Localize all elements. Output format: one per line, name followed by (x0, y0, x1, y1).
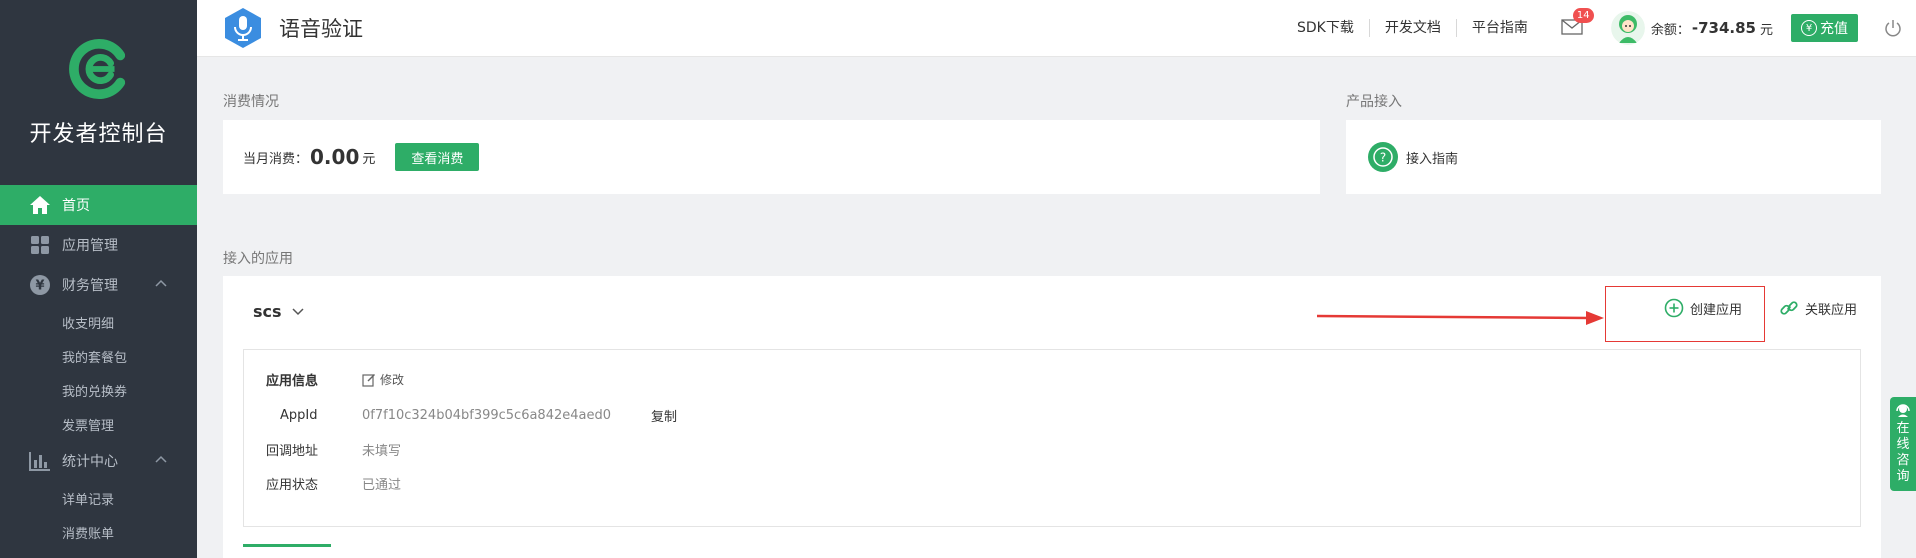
view-consumption-button[interactable]: 查看消费 (395, 143, 480, 171)
header-actions: SDK下载 开发文档 平台指南 14 余额： -734.85 元 ¥ 充值 (1282, 0, 1916, 57)
consult-char: 线 (1896, 437, 1910, 452)
sdk-download-link[interactable]: SDK下载 (1282, 19, 1370, 37)
consumption-section-title: 消费情况 (223, 94, 279, 110)
sidebar-item-label: 统计中心 (62, 454, 118, 470)
sidebar-item-label: 首页 (62, 198, 90, 214)
online-consult-button[interactable]: 在 线 咨 询 (1890, 397, 1916, 491)
callback-row: 回调地址 未填写 (266, 440, 401, 459)
product-access-section-title: 产品接入 (1346, 94, 1402, 110)
sidebar-item-home[interactable]: 首页 (0, 185, 197, 225)
sidebar: 开发者控制台 首页 应用管理 ¥ 财务管理 收支明细 我的套餐包 我的兑换券 发… (0, 0, 197, 558)
apps-card: scs 创建应用 关联应用 应用信息 修改 AppId 0f7f10c324b0… (223, 276, 1881, 558)
avatar[interactable] (1610, 11, 1645, 45)
chevron-down-icon (292, 307, 304, 315)
sidebar-item-transactions[interactable]: 收支明细 (0, 305, 197, 339)
callback-value: 未填写 (362, 444, 402, 459)
headset-icon (1896, 404, 1910, 417)
unread-count-badge: 14 (1572, 8, 1594, 23)
sidebar-item-app-management[interactable]: 应用管理 (0, 225, 197, 265)
balance-value: -734.85 (1691, 19, 1756, 37)
sidebar-item-label: 应用管理 (62, 238, 118, 254)
platform-guide-link[interactable]: 平台指南 (1457, 19, 1543, 37)
microphone-shield-icon (225, 8, 261, 48)
appid-value: 0f7f10c324b04bf399c5c6a842e4aed0 (362, 408, 612, 423)
sidebar-item-my-packages[interactable]: 我的套餐包 (0, 339, 197, 373)
question-circle-icon: ? (1368, 142, 1398, 172)
chevron-up-icon (155, 279, 167, 287)
consult-char: 咨 (1896, 453, 1910, 468)
recharge-label: 充值 (1820, 21, 1848, 37)
edit-label: 修改 (380, 373, 405, 387)
balance-label: 余额： (1650, 22, 1690, 38)
sidebar-item-label: 财务管理 (62, 278, 118, 294)
appid-row: AppId 0f7f10c324b04bf399c5c6a842e4aed0 复… (266, 406, 677, 425)
dev-docs-link[interactable]: 开发文档 (1370, 19, 1457, 37)
chevron-up-icon (155, 455, 167, 463)
status-value: 已通过 (362, 478, 402, 493)
link-app-button[interactable]: 关联应用 (1779, 298, 1857, 318)
bar-chart-icon (28, 449, 52, 473)
sidebar-item-invoices[interactable]: 发票管理 (0, 407, 197, 441)
yen-circle-icon: ¥ (1801, 20, 1817, 36)
status-row: 应用状态 已通过 (266, 474, 401, 493)
yen-icon: ¥ (28, 273, 52, 297)
monthly-consumption-label: 当月消费： (243, 151, 309, 167)
consult-char: 询 (1896, 469, 1910, 484)
console-title: 开发者控制台 (29, 121, 168, 147)
top-header: 语音验证 SDK下载 开发文档 平台指南 14 余额： -734.85 元 ¥ … (197, 0, 1916, 57)
guide-symbol: ? (1380, 151, 1386, 165)
monthly-consumption-value: 0.00 (310, 145, 360, 169)
link-app-label: 关联应用 (1805, 302, 1858, 318)
product-title: 语音验证 (279, 17, 363, 41)
active-tab-indicator (243, 544, 331, 547)
info-header-row: 应用信息 修改 (266, 370, 404, 389)
recharge-button[interactable]: ¥ 充值 (1791, 14, 1858, 42)
apps-section-title: 接入的应用 (223, 251, 293, 267)
edit-icon (362, 373, 375, 387)
brand-logo-icon (68, 38, 125, 99)
grid-icon (28, 233, 52, 257)
messages-button[interactable]: 14 (1561, 8, 1594, 38)
create-app-button[interactable]: 创建应用 (1664, 298, 1742, 318)
access-guide-link[interactable]: ? 接入指南 (1368, 142, 1458, 172)
monthly-consumption-unit: 元 (362, 151, 376, 167)
product-access-card: ? 接入指南 (1346, 120, 1881, 194)
app-selector-label: scs (253, 302, 282, 321)
consult-char: 在 (1896, 421, 1910, 436)
app-info-panel: 应用信息 修改 AppId 0f7f10c324b04bf399c5c6a842… (243, 349, 1861, 527)
svg-text:¥: ¥ (35, 279, 44, 294)
home-icon (28, 193, 52, 217)
copy-appid-button[interactable]: 复制 (651, 406, 677, 425)
callback-label: 回调地址 (266, 444, 319, 459)
sidebar-item-my-vouchers[interactable]: 我的兑换券 (0, 373, 197, 407)
create-app-label: 创建应用 (1690, 302, 1743, 318)
sidebar-item-finance[interactable]: ¥ 财务管理 (0, 265, 197, 305)
sidebar-item-detail-records[interactable]: 详单记录 (0, 481, 197, 515)
app-selector[interactable]: scs (253, 302, 304, 321)
edit-app-button[interactable]: 修改 (362, 371, 404, 388)
status-label: 应用状态 (266, 478, 319, 493)
sidebar-item-statistics[interactable]: 统计中心 (0, 441, 197, 481)
balance-unit: 元 (1759, 22, 1773, 38)
sidebar-item-consumption-bills[interactable]: 消费账单 (0, 515, 197, 549)
power-icon[interactable] (1884, 19, 1902, 37)
appid-label: AppId (280, 408, 318, 423)
sidebar-nav: 首页 应用管理 ¥ 财务管理 收支明细 我的套餐包 我的兑换券 发票管理 统计中… (0, 185, 197, 549)
brand: 开发者控制台 (0, 0, 197, 185)
plus-circle-icon (1664, 298, 1684, 318)
consumption-card: 当月消费： 0.00 元 查看消费 (223, 120, 1320, 194)
app-info-heading: 应用信息 (266, 374, 319, 389)
link-icon (1780, 301, 1798, 315)
access-guide-label: 接入指南 (1406, 151, 1459, 167)
